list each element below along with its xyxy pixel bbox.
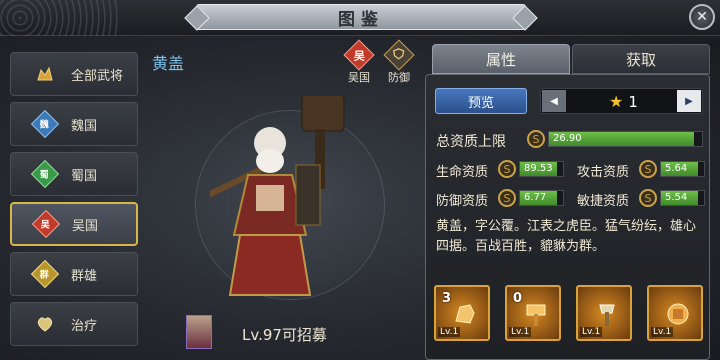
- skill-slot-2[interactable]: 0 Lv.1: [505, 285, 561, 341]
- next-star-button[interactable]: ▶: [677, 90, 701, 112]
- skill-4-level: Lv.1: [651, 327, 674, 337]
- top-bar: 图鉴 ✕: [0, 0, 720, 36]
- role-label: 防御: [388, 71, 410, 84]
- role-emblem: 防御: [382, 39, 416, 85]
- axe-skill-icon: [599, 304, 615, 326]
- close-button[interactable]: ✕: [689, 4, 715, 30]
- atk-aptitude-bar: 5.64: [660, 161, 705, 177]
- hero-name: 黄盖: [152, 54, 185, 73]
- star-icon: ★: [609, 92, 624, 111]
- heal-heart-icon: [35, 314, 55, 334]
- nav-label-qunxiong: 群雄: [71, 268, 98, 284]
- skill-slot-1[interactable]: 3 Lv.1: [434, 285, 490, 341]
- nav-item-qunxiong[interactable]: 群 群雄: [10, 252, 138, 296]
- hero-portrait-thumbnail[interactable]: [186, 315, 212, 349]
- wu-emblem-icon: 吴: [31, 209, 61, 239]
- faction-nav: 全部武将 魏 魏国 蜀 蜀国 吴 吴国 群 群雄 治疗: [10, 52, 138, 352]
- skill-1-level: Lv.1: [438, 327, 461, 337]
- faction-label: 吴国: [348, 71, 370, 84]
- prev-star-button[interactable]: ◀: [542, 90, 566, 112]
- nav-item-all-generals[interactable]: 全部武将: [10, 52, 138, 96]
- power-fist-skill-icon: [667, 303, 689, 325]
- def-aptitude-bar: 6.77: [519, 190, 564, 206]
- total-aptitude-value: 26.90: [553, 133, 582, 144]
- agi-coin-icon: S: [639, 189, 657, 207]
- faction-emblem: 吴 吴国: [342, 39, 376, 85]
- fist-skill-icon: [455, 304, 475, 324]
- nav-label-shu: 蜀国: [71, 168, 98, 184]
- atk-aptitude-value: 5.64: [665, 163, 688, 174]
- shu-emblem-icon: 蜀: [30, 159, 60, 189]
- hp-coin-icon: S: [498, 160, 516, 178]
- corner-ornament-left: [0, 0, 120, 36]
- nav-item-heal[interactable]: 治疗: [10, 302, 138, 346]
- star-selector: ◀ ★ 1 ▶: [540, 88, 703, 114]
- nav-label-all: 全部武将: [71, 68, 124, 84]
- nav-label-wei: 魏国: [71, 118, 98, 134]
- nav-item-shu[interactable]: 蜀 蜀国: [10, 152, 138, 196]
- nav-item-wu[interactable]: 吴 吴国: [10, 202, 138, 246]
- def-aptitude-value: 6.77: [524, 192, 547, 203]
- def-aptitude-label: 防御资质: [436, 194, 489, 209]
- agi-aptitude-value: 5.54: [665, 192, 688, 203]
- preview-button[interactable]: 预览: [435, 88, 527, 114]
- star-value: ★ 1: [609, 92, 638, 111]
- hp-aptitude-bar: 89.53: [519, 161, 564, 177]
- qunxiong-emblem-icon: 群: [30, 259, 60, 289]
- hero-figure: [210, 95, 345, 296]
- hp-aptitude-value: 89.53: [524, 163, 553, 174]
- total-aptitude-bar: 26.90: [548, 131, 703, 147]
- def-coin-icon: S: [498, 189, 516, 207]
- aptitude-coin-icon: S: [527, 130, 545, 148]
- skill-2-level: Lv.1: [509, 327, 532, 337]
- title-plate: 图鉴: [196, 4, 526, 30]
- all-generals-icon: [35, 64, 55, 84]
- defense-role-icon: [383, 39, 415, 71]
- skill-3-level: Lv.1: [580, 327, 603, 337]
- agi-aptitude-bar: 5.54: [660, 190, 705, 206]
- skill-slot-4[interactable]: Lv.1: [647, 285, 703, 341]
- nav-item-wei[interactable]: 魏 魏国: [10, 102, 138, 146]
- wu-faction-icon: 吴: [343, 39, 375, 71]
- total-aptitude-label: 总资质上限: [436, 134, 506, 150]
- level-recruit-text: Lv.97可招募: [242, 326, 327, 344]
- hero-description: 黄盖，字公覆。江表之虎臣。猛气纷纭，雄心四据。百战百胜，貔貅为群。: [436, 219, 697, 254]
- nav-label-wu: 吴国: [72, 218, 99, 234]
- hammer-skill-icon: [526, 304, 546, 326]
- page-title: 图鉴: [338, 9, 384, 30]
- wei-emblem-icon: 魏: [30, 109, 60, 139]
- atk-coin-icon: S: [639, 160, 657, 178]
- hp-aptitude-label: 生命资质: [436, 165, 489, 180]
- tab-attributes[interactable]: 属性: [432, 44, 570, 74]
- tab-obtain[interactable]: 获取: [572, 44, 710, 74]
- nav-label-heal: 治疗: [71, 318, 98, 334]
- atk-aptitude-label: 攻击资质: [577, 165, 630, 180]
- skill-slot-3[interactable]: Lv.1: [576, 285, 632, 341]
- agi-aptitude-label: 敏捷资质: [577, 194, 630, 209]
